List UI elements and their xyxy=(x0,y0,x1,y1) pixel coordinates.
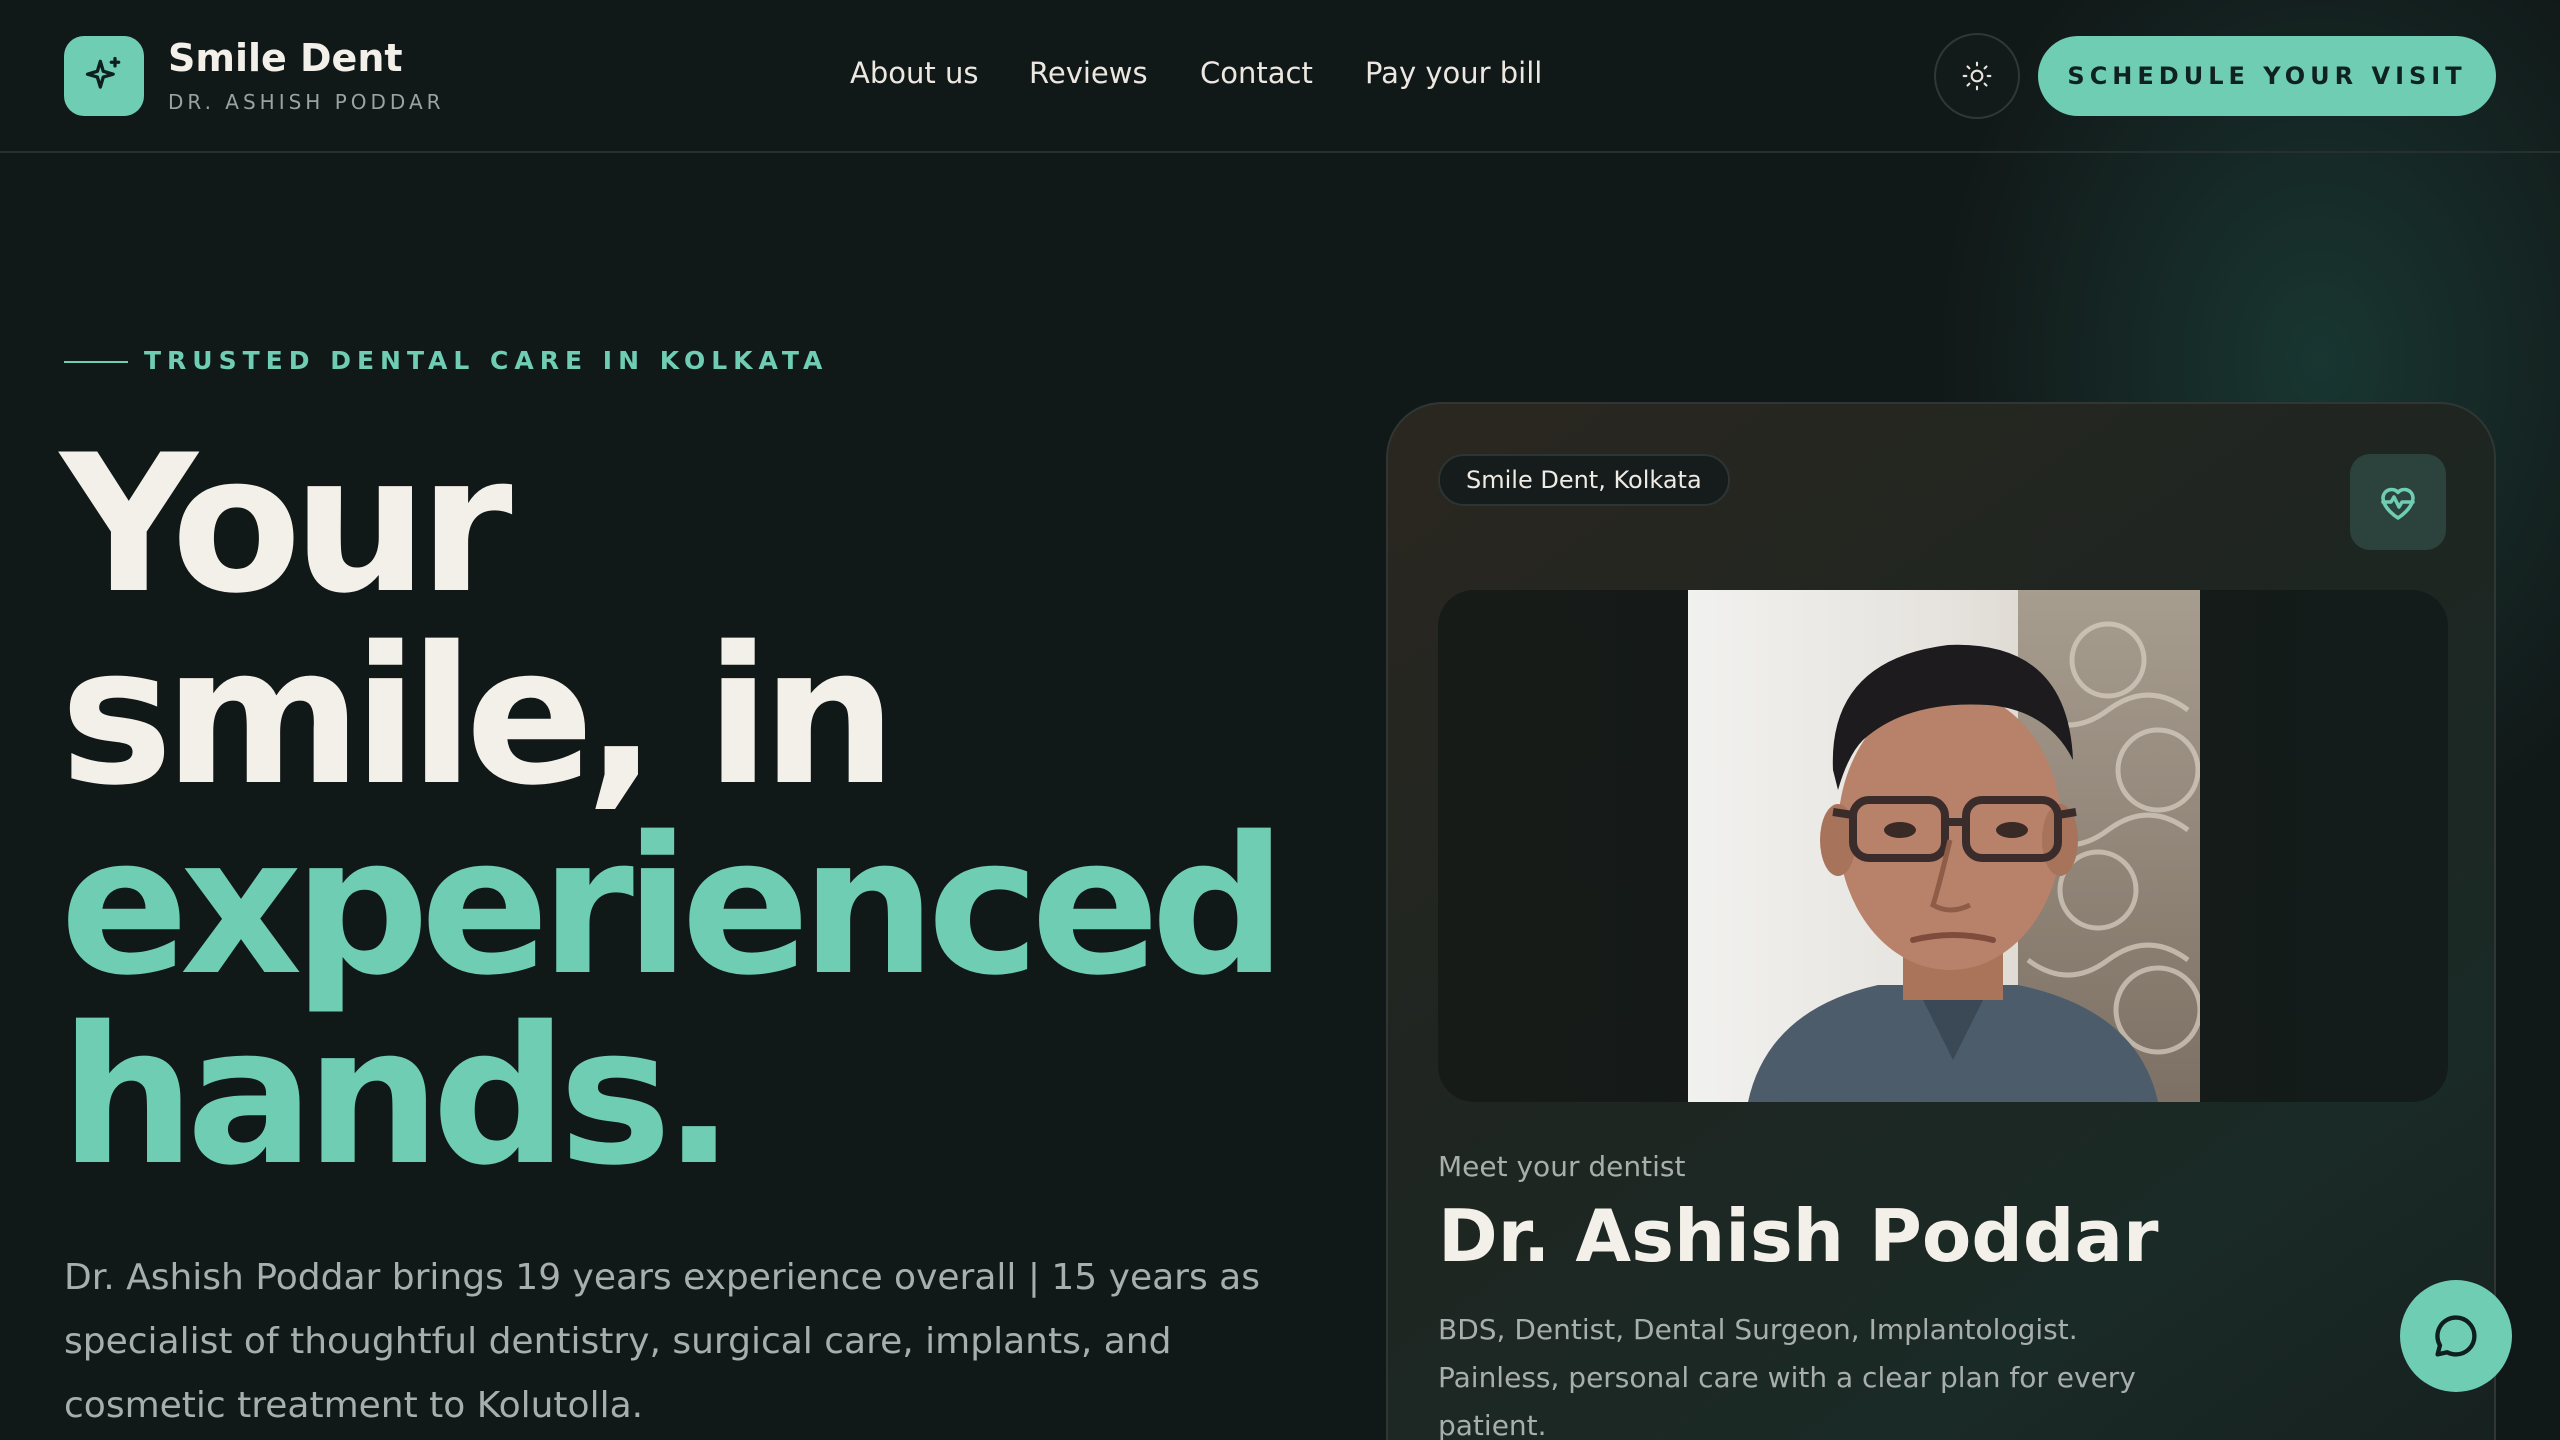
headline-line-4: hands. xyxy=(60,986,735,1207)
nav-pay-your-bill[interactable]: Pay your bill xyxy=(1365,56,1542,90)
eyebrow-divider xyxy=(64,361,128,363)
logo[interactable] xyxy=(64,36,144,116)
theme-toggle-button[interactable] xyxy=(1934,33,2020,119)
sparkle-icon xyxy=(85,56,121,89)
heart-pulse-badge xyxy=(2350,454,2446,550)
nav-contact[interactable]: Contact xyxy=(1200,56,1313,90)
brand-name[interactable]: Smile Dent xyxy=(168,36,403,80)
sun-icon xyxy=(1962,61,1992,91)
headline-line-2: smile, in xyxy=(60,606,897,827)
nav-reviews[interactable]: Reviews xyxy=(1029,56,1148,90)
doctor-description: BDS, Dentist, Dental Surgeon, Implantolo… xyxy=(1438,1313,2136,1440)
brand-subtitle: DR. ASHISH PODDAR xyxy=(168,90,445,114)
hero-description: Dr. Ashish Poddar brings 19 years experi… xyxy=(64,1257,1260,1426)
schedule-visit-button[interactable]: SCHEDULE YOUR VISIT xyxy=(2038,36,2496,116)
dentist-photo-frame xyxy=(1438,590,2448,1102)
headline-line-3: experienced xyxy=(60,796,1287,1017)
hero-eyebrow: TRUSTED DENTAL CARE IN KOLKATA xyxy=(144,346,829,375)
dentist-card: Smile Dent, Kolkata Meet your dentist Dr… xyxy=(1386,402,2496,1440)
chat-button[interactable] xyxy=(2400,1280,2512,1392)
doctor-name: Dr. Ashish Poddar xyxy=(1438,1194,2159,1278)
nav-about-us[interactable]: About us xyxy=(850,56,978,90)
site-header: Smile Dent DR. ASHISH PODDAR About us Re… xyxy=(0,0,2560,153)
location-badge: Smile Dent, Kolkata xyxy=(1438,454,1730,506)
heart-pulse-icon xyxy=(2381,487,2415,520)
dentist-portrait xyxy=(1688,590,2200,1102)
headline-line-1: Your xyxy=(60,414,513,635)
meet-dentist-label: Meet your dentist xyxy=(1438,1150,1686,1183)
chat-bubble-icon xyxy=(2435,1315,2477,1357)
